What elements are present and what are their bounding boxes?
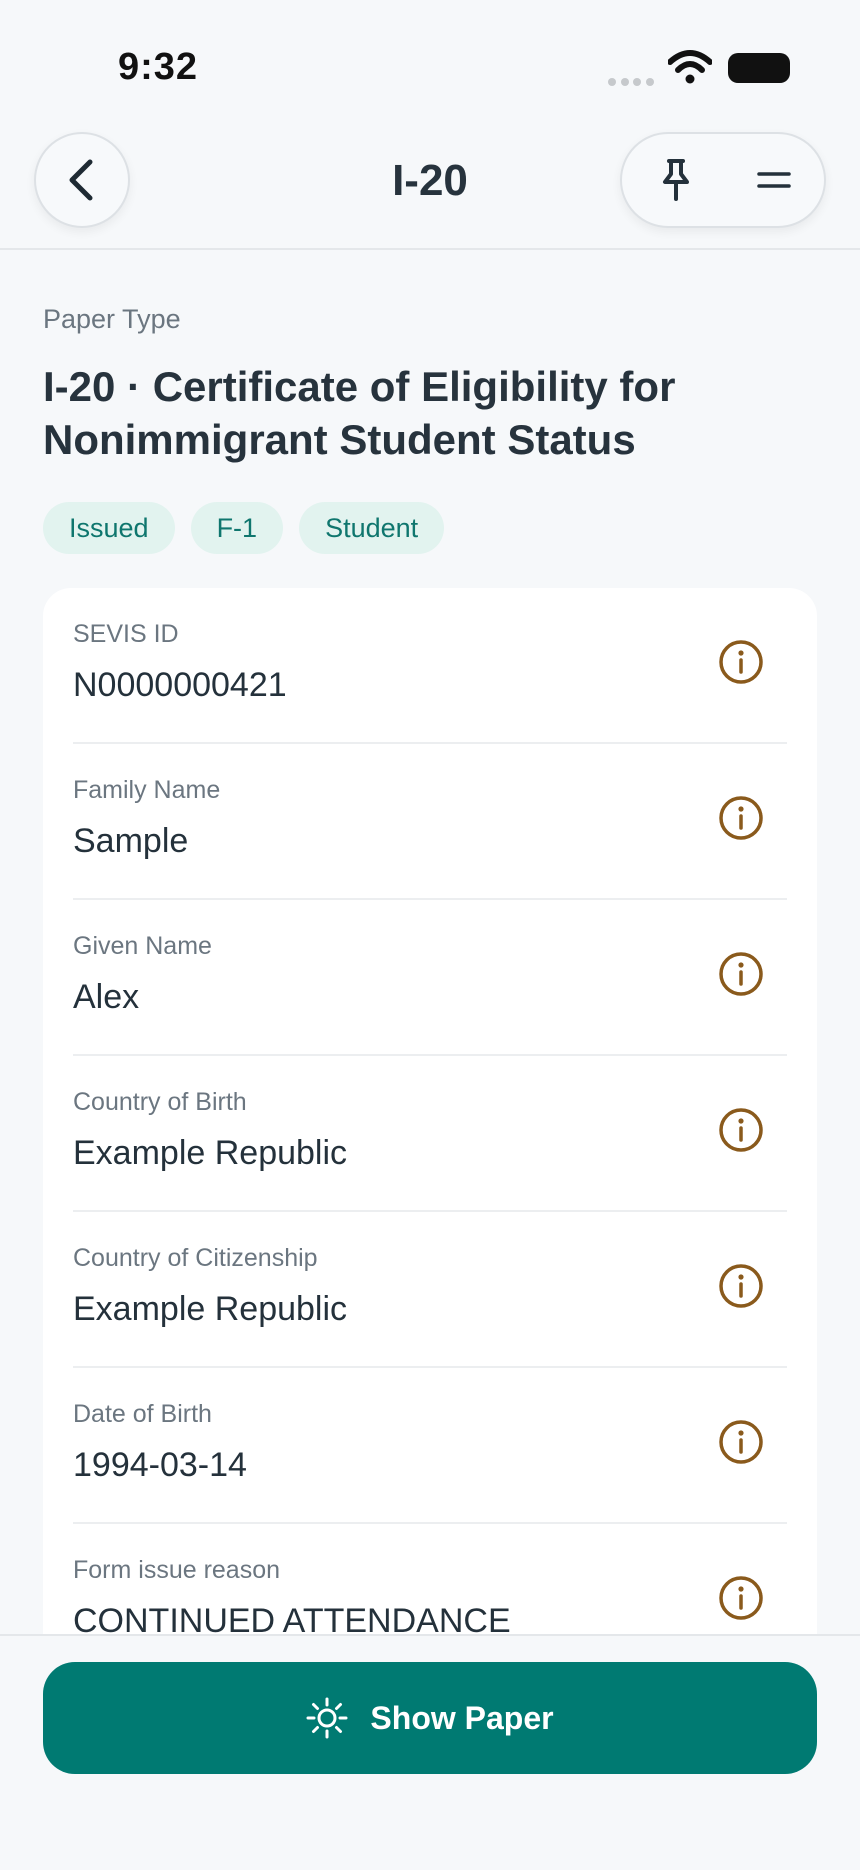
status-time: 9:32 [118,46,199,88]
field-row-date-of-birth: Date of Birth 1994-03-14 [73,1368,787,1524]
show-paper-label: Show Paper [370,1699,554,1736]
field-label: Country of Citizenship [73,1244,318,1272]
info-icon[interactable] [717,1574,765,1622]
signal-dots-icon [608,78,654,86]
field-row-form-issue-reason: Form issue reason CONTINUED ATTENDANCE [73,1524,787,1648]
details-card: SEVIS ID N0000000421 Family Name Sample … [43,588,817,1648]
field-value: Alex [73,978,140,1016]
battery-icon [728,53,790,83]
field-value: N0000000421 [73,666,287,704]
field-label: Given Name [73,932,212,960]
sun-icon [306,1697,348,1739]
field-row-country-of-birth: Country of Birth Example Republic [73,1056,787,1212]
field-value: Sample [73,822,189,860]
field-value: 1994-03-14 [73,1446,247,1484]
field-value: Example Republic [73,1134,348,1172]
info-icon[interactable] [717,1418,765,1466]
field-label: Family Name [73,776,221,804]
field-row-country-of-citizenship: Country of Citizenship Example Republic [73,1212,787,1368]
pin-button[interactable] [648,152,704,208]
bottom-bar: Show Paper [0,1634,860,1870]
page-title: I-20 [392,156,468,205]
pin-icon [663,159,689,201]
paper-type-label: Paper Type [43,304,181,334]
status-tag: Issued [43,502,175,554]
info-icon[interactable] [717,950,765,998]
menu-icon [757,172,791,188]
category-tag: Student [299,502,445,554]
paper-title: I-20 · Certificate of Eligibility for No… [43,363,676,463]
status-bar: 9:32 [0,0,860,120]
chevron-left-icon [69,159,93,201]
field-label: Country of Birth [73,1088,247,1116]
field-value: Example Republic [73,1290,348,1328]
field-label: SEVIS ID [73,620,179,648]
tag-list: Issued F-1 Student [43,502,445,554]
field-row-sevis-id: SEVIS ID N0000000421 [73,588,787,744]
show-paper-button[interactable]: Show Paper [43,1662,817,1774]
visa-type-tag: F-1 [190,502,284,554]
header: I-20 [0,120,860,250]
menu-button[interactable] [746,152,802,208]
wifi-icon [668,50,712,84]
info-icon[interactable] [717,1262,765,1310]
info-icon[interactable] [717,794,765,842]
field-row-family-name: Family Name Sample [73,744,787,900]
screen: 9:32 I-20 Paper Type I-20 · Certificate … [0,0,860,1870]
info-icon[interactable] [717,638,765,686]
field-row-given-name: Given Name Alex [73,900,787,1056]
back-button[interactable] [34,132,130,228]
field-label: Date of Birth [73,1400,212,1428]
info-icon[interactable] [717,1106,765,1154]
header-actions [620,132,826,228]
field-label: Form issue reason [73,1556,281,1584]
